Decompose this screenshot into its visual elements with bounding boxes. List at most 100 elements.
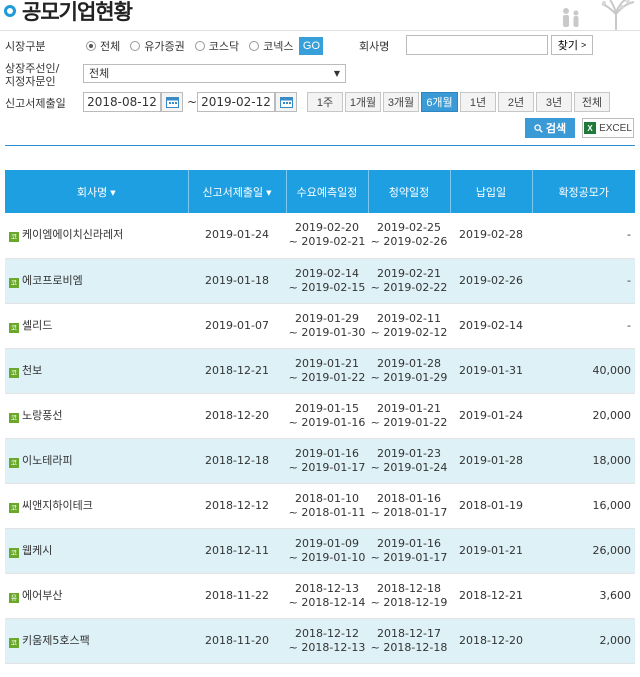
calendar-icon[interactable] (161, 92, 183, 112)
period-all-button[interactable]: 전체 (574, 92, 610, 112)
excel-download-button[interactable]: X EXCEL (582, 118, 634, 138)
offer-price-cell: 40,000 (532, 348, 635, 394)
period-2y-button[interactable]: 2년 (498, 92, 534, 112)
company-name-link[interactable]: 씨앤지하이테크 (22, 499, 93, 512)
demand-forecast-cell: 2018-12-13 ~ 2018-12-14 (286, 573, 368, 619)
company-name-link[interactable]: 웹케시 (22, 544, 52, 557)
payment-date-cell: 2019-02-26 (450, 258, 532, 304)
company-name-link[interactable]: 이노테라피 (22, 454, 73, 467)
period-3y-button[interactable]: 3년 (536, 92, 572, 112)
company-name-link[interactable]: 노랑풍선 (22, 409, 62, 422)
demand-forecast-cell: 2019-01-29 ~ 2019-01-30 (286, 303, 368, 349)
demand-forecast-cell: 2019-01-21 ~ 2019-01-22 (286, 348, 368, 394)
find-button[interactable]: 찾기 > (551, 35, 593, 55)
payment-date-cell: 2019-01-21 (450, 528, 532, 574)
table-row: 코 천보 2018-12-21 2019-01-21 ~ 2019-01-22 2019-… (5, 348, 635, 394)
filing-date-cell: 2018-12-12 (188, 483, 286, 529)
offer-price-cell: 26,000 (532, 528, 635, 574)
column-header-demand-forecast: 수요예측일정 (286, 170, 369, 213)
company-name-link[interactable]: 에코프로비엠 (22, 274, 83, 287)
company-name-link[interactable]: 천보 (22, 364, 42, 377)
company-name-link[interactable]: 셀리드 (22, 319, 52, 332)
filing-date-cell: 2018-11-22 (188, 573, 286, 619)
payment-date-cell: 2019-02-14 (450, 303, 532, 349)
filing-date-cell: 2019-01-07 (188, 303, 286, 349)
demand-forecast-cell: 2018-12-12 ~ 2018-12-13 (286, 618, 368, 664)
payment-date-cell (450, 663, 532, 677)
subscription-cell: 2018-12-17 ~ 2018-12-18 (368, 618, 450, 664)
offer-price-cell: - (532, 303, 635, 349)
section-divider (5, 145, 635, 146)
subscription-cell: 2019-01-23 ~ 2019-01-24 (368, 438, 450, 484)
filing-date-cell: 2019-01-18 (188, 258, 286, 304)
company-name-cell: 코 씨앤지하이테크 (5, 483, 188, 529)
radio-icon[interactable] (130, 41, 141, 51)
payment-date-cell: 2019-02-28 (450, 213, 532, 259)
subscription-cell: 2018-01-16 ~ 2018-01-17 (368, 483, 450, 529)
column-header-subscription: 청약일정 (368, 170, 451, 213)
filing-date-cell: 2019-01-24 (188, 213, 286, 259)
market-badge-icon: 코 (9, 412, 19, 423)
company-name-link[interactable]: 케이엠에이치신라레저 (22, 228, 123, 241)
subscription-cell: 2019-02-11 ~ 2019-02-12 (368, 303, 450, 349)
subscription-cell: 2019-02-25 ~ 2019-02-26 (368, 213, 450, 259)
radio-icon[interactable] (249, 41, 260, 51)
demand-forecast-cell: 2019-02-14 ~ 2019-02-15 (286, 258, 368, 304)
table-row: 유 에어부산 2018-11-22 2018-12-13 ~ 2018-12-14 201… (5, 573, 635, 619)
filing-date-cell: 2018-12-21 (188, 348, 286, 394)
column-header-company[interactable]: 회사명 ▼ (5, 170, 189, 213)
column-header-offer-price: 확정공모가 (532, 170, 635, 213)
go-button[interactable]: GO (299, 37, 324, 55)
period-1y-button[interactable]: 1년 (460, 92, 496, 112)
date-separator: ~ (187, 95, 198, 109)
radio-icon[interactable] (194, 41, 205, 51)
date-from-input[interactable]: 2018-08-12 (83, 92, 161, 112)
subscription-cell: 2018-12-13 (368, 663, 450, 677)
market-option-kospi[interactable]: 유가증권 (130, 38, 185, 54)
page-header: 공모기업현황 (0, 0, 640, 30)
market-option-konex[interactable]: 코넥스 (249, 38, 293, 54)
underwriter-label: 상장주선인/ 지정자문인 (5, 62, 60, 88)
period-6m-button[interactable]: 6개월 (421, 92, 458, 112)
search-button[interactable]: 검색 (525, 118, 575, 138)
underwriter-select[interactable]: 전체 ▼ (83, 64, 346, 83)
company-name-link[interactable]: 키움제5호스팩 (22, 634, 90, 647)
subscription-cell: 2019-01-16 ~ 2019-01-17 (368, 528, 450, 574)
filing-date-cell: 2018-11-20 (188, 618, 286, 664)
company-name-cell: 코 노랑풍선 (5, 393, 188, 439)
payment-date-cell: 2019-01-28 (450, 438, 532, 484)
date-to-input[interactable]: 2019-02-12 (197, 92, 275, 112)
period-1w-button[interactable]: 1주 (307, 92, 343, 112)
chevron-right-icon: > (580, 40, 587, 50)
demand-forecast-cell: 2019-02-20 ~ 2019-02-21 (286, 213, 368, 259)
market-option-all[interactable]: 전체 (86, 38, 120, 54)
company-label: 회사명 (359, 40, 390, 53)
table-body: 코 케이엠에이치신라레저 2019-01-24 2019-02-20 ~ 2019-02… (5, 213, 635, 677)
column-header-filing-date[interactable]: 신고서제출일 ▼ (188, 170, 287, 213)
period-3m-button[interactable]: 3개월 (383, 92, 419, 112)
excel-icon: X (584, 122, 597, 134)
payment-date-cell: 2018-12-21 (450, 573, 532, 619)
offer-price-cell (532, 663, 635, 677)
filing-date-cell: 2018-12-11 (188, 528, 286, 574)
company-search-input[interactable] (406, 35, 548, 55)
offer-price-cell: - (532, 258, 635, 304)
table-row: 코 웹케시 2018-12-11 2019-01-09 ~ 2019-01-10 2019… (5, 528, 635, 574)
market-badge-icon: 코 (9, 637, 19, 648)
demand-forecast-cell: 2019-01-16 ~ 2019-01-17 (286, 438, 368, 484)
calendar-icon[interactable] (275, 92, 297, 112)
offer-price-cell: - (532, 213, 635, 259)
company-name-cell: 코 키움제5호스팩 (5, 618, 188, 664)
radio-icon[interactable] (86, 41, 96, 51)
ipo-table: 회사명 ▼ 신고서제출일 ▼ 수요예측일정 청약일정 납입일 확정공모가 코 케이엠에… (5, 170, 635, 677)
company-name-cell: 코 이노테라피 (5, 438, 188, 484)
table-row: 코 에코프로비엠 2019-01-18 2019-02-14 ~ 2019-02-15 2… (5, 258, 635, 304)
demand-forecast-cell: 2018-01-10 ~ 2018-01-11 (286, 483, 368, 529)
sort-down-icon: ▼ (266, 188, 272, 197)
market-option-kosdaq[interactable]: 코스닥 (194, 38, 239, 54)
period-1m-button[interactable]: 1개월 (345, 92, 381, 112)
market-radio-group: 전체 유가증권 코스닥 코넥스 GO (86, 37, 324, 55)
company-name-link[interactable]: 에어부산 (22, 589, 62, 602)
filing-date-cell (188, 663, 286, 677)
chevron-down-icon: ▼ (333, 69, 340, 78)
